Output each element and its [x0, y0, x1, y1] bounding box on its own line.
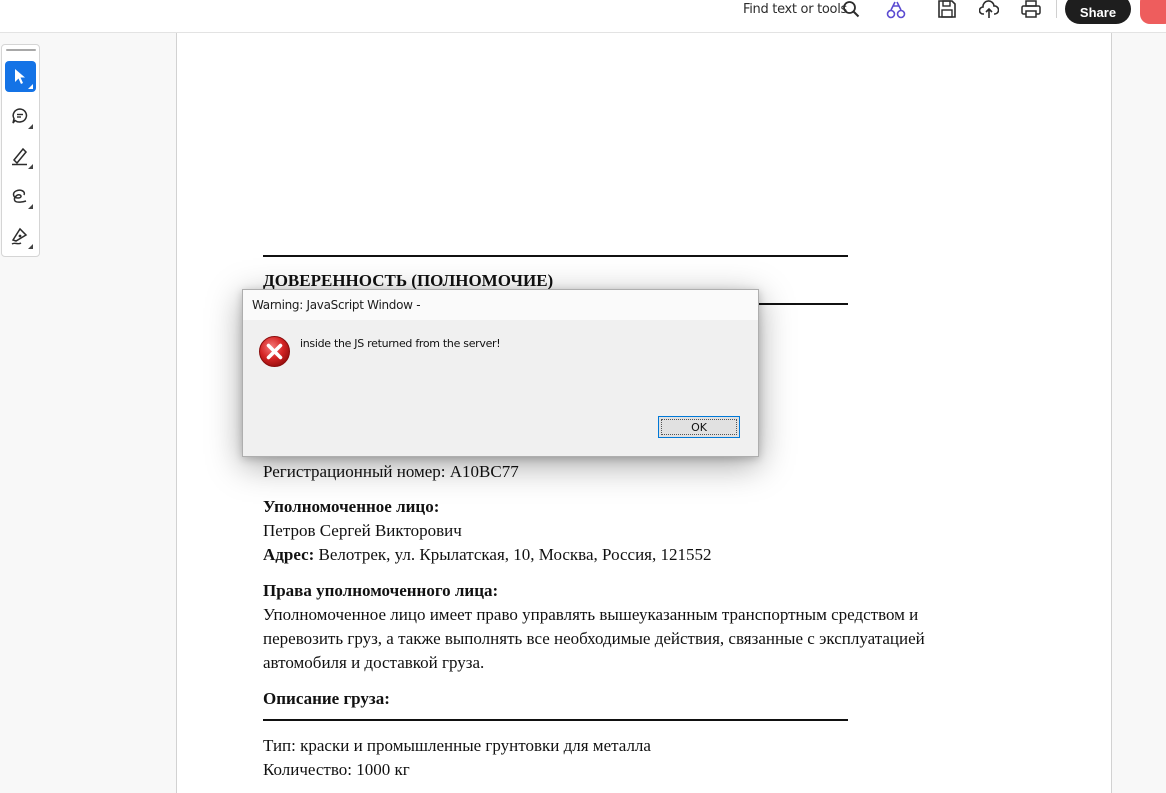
toolbar-separator: [1056, 0, 1057, 18]
comment-bubble-icon: [12, 108, 28, 124]
share-button[interactable]: Share: [1065, 0, 1131, 24]
find-text-or-tools-button[interactable]: Find text or tools: [743, 1, 847, 19]
save-icon[interactable]: [937, 0, 957, 18]
address-value: Велотрек, ул. Крылатская, 10, Москва, Ро…: [314, 545, 712, 564]
cargo-quantity: Количество: 1000 кг: [263, 760, 410, 779]
highlighter-pen-icon: [12, 147, 28, 166]
comment-tool-button[interactable]: [5, 101, 36, 132]
dialog-title: Warning: JavaScript Window -: [252, 298, 421, 312]
ok-button[interactable]: OK: [658, 416, 740, 438]
tool-options-indicator: [28, 244, 33, 249]
top-toolbar: Find text or tools Share: [0, 0, 1166, 33]
authorized-person-name: Петров Сергей Викторович: [263, 521, 462, 540]
cursor-arrow-icon: [15, 69, 25, 84]
error-icon: [259, 336, 290, 367]
rights-heading: Права уполномоченного лица:: [263, 581, 499, 600]
horizontal-rule: [263, 255, 848, 257]
dialog-message: inside the JS returned from the server!: [300, 337, 501, 350]
dialog-titlebar[interactable]: Warning: JavaScript Window -: [243, 290, 758, 320]
cargo-heading: Описание груза:: [263, 689, 390, 708]
javascript-warning-dialog: Warning: JavaScript Window - inside the …: [242, 289, 759, 457]
tool-options-indicator: [28, 204, 33, 209]
quick-tools-rail: [1, 44, 40, 257]
authorized-person-address: Адрес: Велотрек, ул. Крылатская, 10, Мос…: [263, 543, 712, 567]
tool-options-indicator: [28, 164, 33, 169]
draw-tool-button[interactable]: [5, 181, 36, 212]
rail-grip-handle[interactable]: [6, 49, 36, 51]
highlight-tool-button[interactable]: [5, 141, 36, 172]
sign-tool-button[interactable]: [5, 221, 36, 252]
comment-icon[interactable]: [1140, 0, 1166, 24]
search-icon[interactable]: [842, 0, 860, 18]
cargo-type: Тип: краски и промышленные грунтовки для…: [263, 736, 651, 755]
fountain-pen-sign-icon: [11, 227, 28, 245]
tool-options-indicator: [28, 124, 33, 129]
registration-number: Регистрационный номер: А10ВС77: [263, 462, 519, 481]
address-label: Адрес:: [263, 545, 315, 564]
authorized-person-heading: Уполномоченное лицо:: [263, 497, 440, 516]
rights-text-line: перевозить груз, а также выполнять все н…: [263, 629, 925, 648]
edit-tools-icon[interactable]: [886, 0, 906, 20]
select-tool-button[interactable]: [5, 61, 36, 92]
print-icon[interactable]: [1021, 0, 1041, 18]
freehand-draw-icon: [12, 189, 27, 203]
horizontal-rule: [263, 719, 848, 721]
focus-ring: [661, 419, 737, 435]
tool-options-indicator: [28, 84, 33, 89]
upload-icon[interactable]: [979, 0, 999, 19]
rights-text-line: автомобиля и доставкой груза.: [263, 653, 485, 672]
rights-text-line: Уполномоченное лицо имеет право управлят…: [263, 605, 919, 624]
